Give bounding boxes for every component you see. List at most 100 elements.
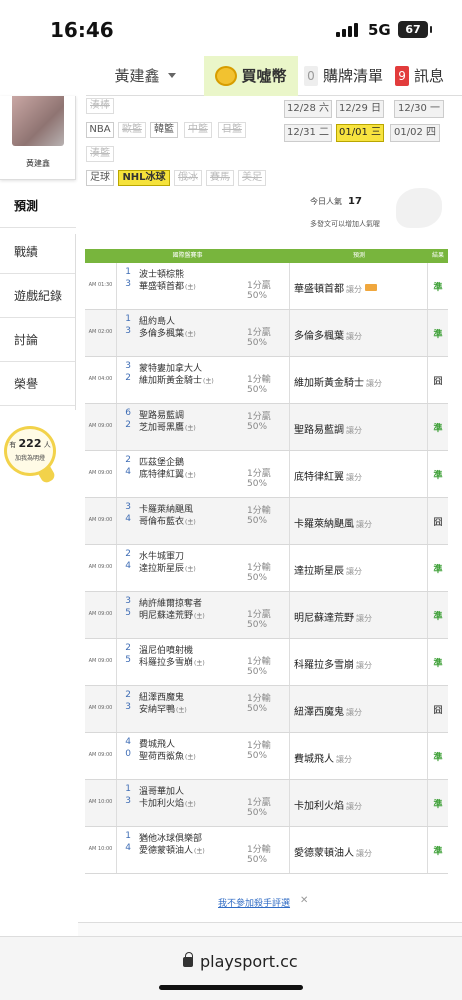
match-time: AM 01:30	[85, 263, 117, 309]
sport-tag-kr-basketball[interactable]: 韓籃	[150, 122, 178, 138]
home-team: 2 維加斯黃金騎士(主)	[125, 373, 214, 386]
predicted-team-name: 達拉斯星辰	[294, 566, 344, 577]
match-time: AM 09:00	[85, 498, 117, 544]
sidebar-item-discussion[interactable]: 討論	[0, 318, 76, 362]
table-header: 國際盤賽事 預測 結果	[85, 249, 448, 263]
sidebar-item-honors[interactable]: 榮譽	[0, 362, 76, 406]
match-cell: 3 卡羅萊納颶風 4 哥倫布藍衣(主) 1分輸 50%	[117, 498, 290, 544]
profile-card[interactable]: 黃建鑫	[0, 96, 76, 180]
handicap-percent: 50%	[247, 620, 268, 630]
user-menu[interactable]: 黃建鑫	[86, 56, 204, 96]
date-tab-0102[interactable]: 01/02 四	[390, 124, 440, 142]
match-time: AM 09:00	[85, 451, 117, 497]
table-row[interactable]: AM 09:00 2 匹茲堡企鵝 4 底特律紅翼(主) 1分贏 50% 底特律紅翼 讓分準	[85, 451, 448, 498]
away-score: 4	[125, 737, 131, 747]
sidebar-item-predictions[interactable]: 預測	[0, 184, 76, 228]
prediction-cell: 聖路易藍調 讓分	[290, 404, 428, 450]
home-marker: (主)	[185, 519, 196, 526]
home-team-name: 芝加哥黑鷹	[139, 423, 185, 433]
date-tab-1231[interactable]: 12/31 二	[284, 124, 332, 142]
cart-button[interactable]: 0 購牌清單	[298, 56, 389, 96]
sport-tag-jp-basketball: 日籃	[218, 122, 246, 138]
handicap-label: 讓分	[346, 285, 362, 294]
message-count-badge: 9	[395, 65, 410, 86]
predicted-team-name: 多倫多楓葉	[294, 331, 344, 342]
predicted-team: 達拉斯星辰 讓分	[294, 562, 362, 577]
prediction-cell: 卡羅萊納颶風 讓分	[290, 498, 428, 544]
handicap-label: 讓分	[356, 520, 372, 529]
home-marker: (主)	[185, 754, 196, 761]
table-row[interactable]: AM 04:00 3 蒙特婁加拿大人 2 維加斯黃金騎士(主) 1分輸 50% 維加斯黃金騎士…	[85, 357, 448, 404]
messages-button[interactable]: 9 訊息	[389, 56, 450, 96]
home-marker: (主)	[203, 378, 214, 385]
profile-name: 黃建鑫	[26, 159, 50, 168]
predicted-team: 費城飛人 讓分	[294, 750, 352, 765]
no-join-killer-link[interactable]: 我不參加殺手評選	[218, 896, 290, 909]
sidebar-item-record[interactable]: 戰績	[0, 230, 76, 274]
predicted-team-name: 聖路易藍調	[294, 425, 344, 436]
handicap-label: 讓分	[346, 332, 362, 341]
browser-address-bar[interactable]: playsport.cc	[0, 936, 462, 1000]
handicap-line: 1分輸	[247, 694, 271, 704]
sport-tag-nba[interactable]: NBA	[86, 122, 114, 138]
date-tab-1228[interactable]: 12/28 六	[284, 100, 332, 118]
table-row[interactable]: AM 01:30 1 波士頓棕熊 3 華盛頓首都(主) 1分贏 50% 華盛頓首都 讓分準	[85, 263, 448, 310]
handicap-line: 1分輸	[247, 506, 271, 516]
handicap-label: 讓分	[346, 426, 362, 435]
match-time: AM 09:00	[85, 404, 117, 450]
away-score: 1	[125, 784, 131, 794]
handicap-line: 1分贏	[247, 412, 271, 422]
table-row[interactable]: AM 10:00 1 猶他冰球俱樂部 4 愛德蒙頓油人(主) 1分輸 50% 愛德蒙頓油人 讓分…	[85, 827, 448, 874]
sport-tag-nhl[interactable]: NHL冰球	[118, 170, 170, 186]
table-row[interactable]: AM 09:00 6 聖路易藍調 2 芝加哥黑鷹(主) 1分贏 50% 聖路易藍調 讓分 準	[85, 404, 448, 451]
sport-tag-horse-racing: 賽馬	[206, 170, 234, 186]
predicted-team: 多倫多楓葉 讓分	[294, 327, 362, 342]
handicap-label: 讓分	[356, 614, 372, 623]
handicap-percent: 50%	[247, 291, 268, 301]
status-bar: 16:46 5G 67	[0, 0, 462, 56]
buy-coin-button[interactable]: 買噓幣	[204, 55, 298, 96]
handicap-label: 讓分	[356, 849, 372, 858]
sidebar-item-game-history[interactable]: 遊戲紀錄	[0, 274, 76, 318]
table-row[interactable]: AM 10:00 1 溫哥華加人 3 卡加利火焰(主) 1分贏 50% 卡加利火焰 讓分準	[85, 780, 448, 827]
date-tab-1229[interactable]: 12/29 日	[336, 100, 384, 118]
home-indicator[interactable]	[159, 985, 303, 990]
date-tab-0101[interactable]: 01/01 三	[336, 124, 384, 142]
col-header-prediction: 預測	[352, 252, 365, 259]
table-row[interactable]: AM 02:00 1 紐約島人 3 多倫多楓葉(主) 1分贏 50% 多倫多楓葉 讓分準	[85, 310, 448, 357]
col-header-match: 國際盤賽事	[172, 252, 203, 259]
match-time: AM 04:00	[85, 357, 117, 403]
sport-tag-ru-hockey: 俄冰	[174, 170, 202, 186]
prediction-cell: 紐澤西魔鬼 讓分	[290, 686, 428, 732]
chevron-down-icon	[167, 73, 176, 78]
battery-icon: 67	[398, 21, 432, 38]
lighthouse-button[interactable]: 有 222 人 加我為明燈	[4, 426, 58, 485]
away-score: 2	[125, 455, 131, 465]
away-score: 1	[125, 314, 131, 324]
home-team: 4 哥倫布藍衣(主)	[125, 514, 196, 527]
coin-icon	[215, 65, 238, 86]
home-score: 2	[125, 420, 131, 430]
handicap-percent: 50%	[247, 573, 268, 583]
date-tab-1230[interactable]: 12/30 一	[394, 100, 444, 118]
predicted-team: 明尼蘇達荒野 讓分	[294, 609, 372, 624]
table-row[interactable]: AM 09:00 4 費城飛人 0 聖荷西鯊魚(主) 1分輸 50% 費城飛人 讓分 準	[85, 733, 448, 780]
table-row[interactable]: AM 09:00 2 溫尼伯噴射機 5 科羅拉多雪崩(主) 1分輸 50% 科羅拉多雪崩 讓分準	[85, 639, 448, 686]
table-row[interactable]: AM 09:00 2 紐澤西魔鬼 3 安納罕鴨(主) 1分輸 50% 紐澤西魔鬼 讓分 囧	[85, 686, 448, 733]
avatar[interactable]	[12, 96, 64, 146]
sport-tag-soccer[interactable]: 足球	[86, 170, 114, 186]
close-icon[interactable]: ✕	[300, 895, 308, 906]
table-row[interactable]: AM 09:00 3 納許維爾掠奪者 5 明尼蘇達荒野(主) 1分贏 50% 明尼蘇達荒野 讓分…	[85, 592, 448, 639]
match-cell: 2 紐澤西魔鬼 3 安納罕鴨(主) 1分輸 50%	[117, 686, 290, 732]
handicap-line: 1分贏	[247, 610, 271, 620]
home-team: 0 聖荷西鯊魚(主)	[125, 749, 196, 762]
match-cell: 3 納許維爾掠奪者 5 明尼蘇達荒野(主) 1分贏 50%	[117, 592, 290, 638]
bulb-count: 222	[18, 437, 42, 450]
home-marker: (主)	[194, 660, 205, 667]
predictions-table: 國際盤賽事 預測 結果 AM 01:30 1 波士頓棕熊 3 華盛頓首都(主) 1分贏 50…	[85, 249, 448, 874]
predicted-team-name: 愛德蒙頓油人	[294, 848, 354, 859]
handicap-percent: 50%	[247, 704, 268, 714]
table-row[interactable]: AM 09:00 2 水牛城軍刀 4 達拉斯星辰(主) 1分輸 50% 達拉斯星辰 讓分準	[85, 545, 448, 592]
table-row[interactable]: AM 09:00 3 卡羅萊納颶風 4 哥倫布藍衣(主) 1分輸 50% 卡羅萊納颶風 讓分 囧	[85, 498, 448, 545]
match-cell: 1 紐約島人 3 多倫多楓葉(主) 1分贏 50%	[117, 310, 290, 356]
